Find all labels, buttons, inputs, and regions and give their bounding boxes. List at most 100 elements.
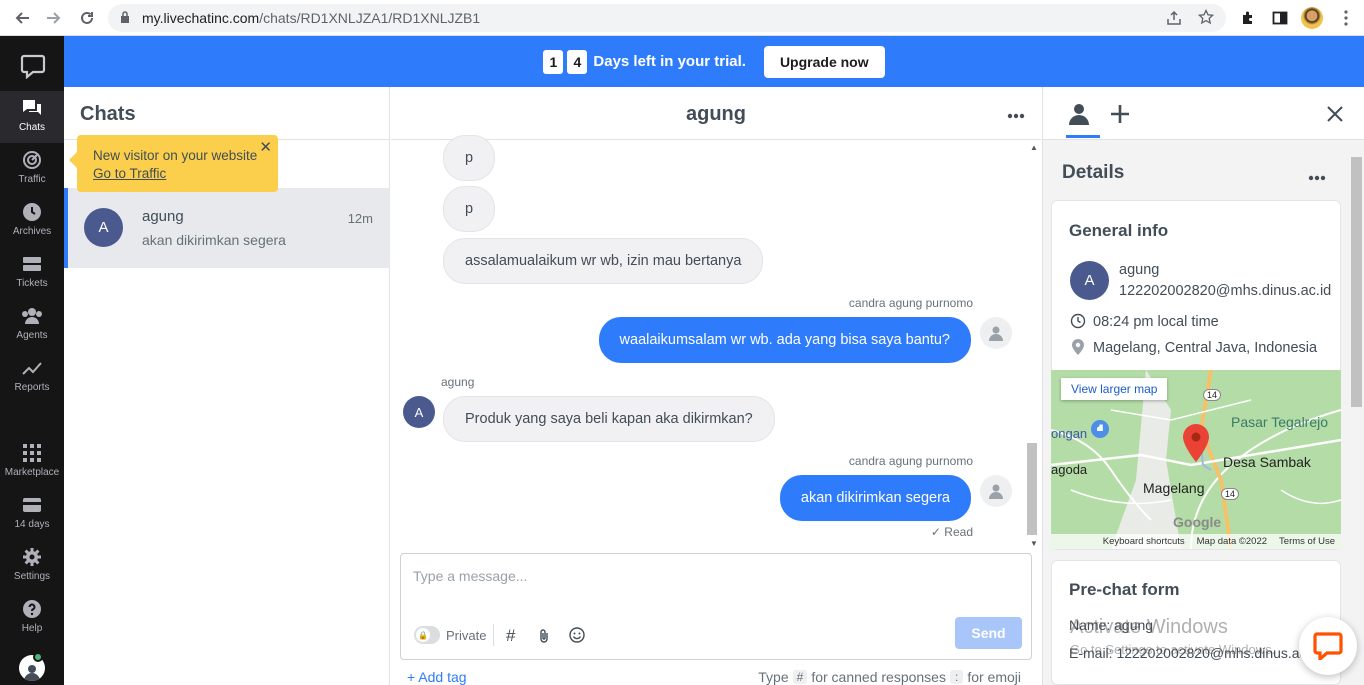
close-icon[interactable]: ✕ bbox=[259, 139, 272, 157]
upgrade-now-button[interactable]: Upgrade now bbox=[763, 45, 885, 78]
windows-watermark-sub: Go to Settings to activate Windows. bbox=[1070, 642, 1276, 657]
customer-details-tab-icon[interactable] bbox=[1068, 103, 1090, 128]
forward-icon[interactable] bbox=[43, 7, 65, 29]
send-button[interactable]: Send bbox=[955, 617, 1022, 649]
url-bar[interactable]: my.livechatinc.com/chats/RD1XNLJZA1/RD1X… bbox=[108, 4, 1226, 32]
share-icon[interactable] bbox=[1166, 10, 1182, 29]
scroll-down-icon[interactable]: ▼ bbox=[1030, 539, 1038, 548]
general-info-title: General info bbox=[1069, 221, 1169, 240]
nav-archives[interactable]: Archives bbox=[0, 195, 64, 247]
nav-label: Archives bbox=[12, 226, 52, 237]
nav-label: Tickets bbox=[16, 278, 48, 289]
nav-billing[interactable]: 14 days bbox=[0, 488, 64, 540]
avatar: A bbox=[403, 396, 435, 428]
nav-settings[interactable]: Settings bbox=[0, 540, 64, 592]
canned-responses-hash-icon[interactable]: # bbox=[506, 626, 515, 646]
local-time: 08:24 pm local time bbox=[1093, 314, 1219, 330]
nav-agents[interactable]: Agents bbox=[0, 299, 64, 351]
read-status: ✓ Read bbox=[930, 525, 973, 539]
private-toggle[interactable]: 🔒 bbox=[414, 626, 440, 644]
add-widget-icon[interactable] bbox=[1109, 103, 1131, 128]
hint-hash-key: # bbox=[792, 670, 808, 684]
view-larger-map-link[interactable]: View larger map bbox=[1061, 378, 1168, 400]
conversation-header: agung bbox=[391, 87, 1041, 140]
scrollbar[interactable]: ▲ ▼ bbox=[1027, 143, 1039, 549]
scroll-up-icon[interactable]: ▲ bbox=[1030, 143, 1038, 152]
trial-banner: 1 4 Days left in your trial. Upgrade now bbox=[64, 36, 1364, 87]
livechat-logo-icon[interactable] bbox=[20, 53, 46, 82]
map-label: Pasar Tegalrejo bbox=[1231, 414, 1329, 430]
chat-time: 12m bbox=[347, 211, 373, 226]
message-sender: candra agung purnomo bbox=[848, 296, 973, 310]
new-visitor-tooltip: New visitor on your website Go to Traffi… bbox=[69, 135, 278, 192]
keyboard-shortcuts-link[interactable]: Keyboard shortcuts bbox=[1103, 536, 1185, 547]
map-footer: Keyboard shortcuts Map data ©2022 Terms … bbox=[1051, 534, 1341, 549]
lock-icon: 🔒 bbox=[416, 628, 430, 642]
close-icon[interactable] bbox=[1327, 106, 1343, 125]
nav-chats[interactable]: Chats bbox=[0, 91, 64, 143]
nav-label: Agents bbox=[16, 330, 48, 341]
help-icon bbox=[21, 598, 43, 620]
message-bubble-visitor: assalamualaikum wr wb, izin mau bertanya bbox=[443, 238, 764, 284]
nav-help[interactable]: Help bbox=[0, 592, 64, 644]
reload-icon[interactable] bbox=[76, 7, 98, 29]
hint-type: Type bbox=[758, 669, 789, 685]
bookmark-star-icon[interactable] bbox=[1197, 8, 1215, 28]
location: Magelang, Central Java, Indonesia bbox=[1093, 340, 1318, 356]
details-more-icon[interactable] bbox=[1308, 168, 1326, 184]
go-to-traffic-link[interactable]: Go to Traffic bbox=[93, 166, 166, 181]
location-map[interactable]: View larger map Pasar Tegalrejo Desa Sam… bbox=[1051, 370, 1341, 549]
scrollbar-thumb[interactable] bbox=[1027, 443, 1037, 535]
add-tag-link[interactable]: + Add tag bbox=[407, 669, 467, 685]
browser-menu-icon[interactable] bbox=[1335, 7, 1357, 29]
chat-list-item[interactable]: A agung akan dikirimkan segera 12m bbox=[64, 188, 390, 268]
map-label: Magelang bbox=[1143, 480, 1205, 496]
conversation-title: agung bbox=[686, 103, 746, 125]
message-composer[interactable]: Type a message... 🔒 Private # Send bbox=[400, 553, 1032, 660]
map-label: ongan bbox=[1051, 426, 1088, 441]
trial-digit-2: 4 bbox=[567, 49, 588, 74]
chat-name: agung bbox=[142, 208, 184, 225]
message-bubble-agent: waalaikumsalam wr wb. ada yang bisa saya… bbox=[598, 317, 971, 363]
trial-text: Days left in your trial. bbox=[593, 53, 746, 70]
customer-email[interactable]: 122202002820@mhs.dinus.ac.id bbox=[1119, 283, 1331, 299]
left-navigation: Chats Traffic Archives Tickets Agents Re… bbox=[0, 36, 64, 685]
location-pin-icon bbox=[1072, 339, 1084, 358]
avatar: A bbox=[1070, 261, 1109, 300]
nav-reports[interactable]: Reports bbox=[0, 351, 64, 403]
online-status-dot bbox=[33, 652, 43, 662]
message-input[interactable]: Type a message... bbox=[413, 568, 527, 584]
map-marker-icon[interactable] bbox=[1183, 424, 1209, 465]
traffic-icon bbox=[21, 149, 43, 171]
nav-label: Help bbox=[21, 623, 43, 634]
browser-toolbar: my.livechatinc.com/chats/RD1XNLJZA1/RD1X… bbox=[0, 0, 1364, 36]
archives-icon bbox=[21, 201, 43, 223]
gear-icon bbox=[21, 546, 43, 568]
chats-icon bbox=[21, 97, 43, 119]
emoji-icon[interactable] bbox=[569, 627, 585, 646]
more-options-icon[interactable] bbox=[1007, 106, 1025, 122]
url-host: my.livechatinc.com bbox=[142, 10, 260, 26]
tooltip-text: New visitor on your website bbox=[93, 148, 258, 163]
terms-link[interactable]: Terms of Use bbox=[1279, 536, 1335, 547]
message-bubble-visitor: Produk yang saya beli kapan aka dikirmka… bbox=[443, 396, 775, 442]
details-scrollbar-thumb[interactable] bbox=[1351, 157, 1362, 407]
extensions-icon[interactable] bbox=[1237, 7, 1259, 29]
map-label: Desa Sambak bbox=[1223, 454, 1311, 470]
billing-icon bbox=[21, 494, 43, 516]
nav-tickets[interactable]: Tickets bbox=[0, 247, 64, 299]
message-sender: candra agung purnomo bbox=[848, 454, 973, 468]
profile-avatar[interactable] bbox=[1301, 7, 1323, 29]
nav-marketplace[interactable]: Marketplace bbox=[0, 436, 64, 488]
nav-label: Settings bbox=[13, 571, 51, 582]
agents-icon bbox=[21, 305, 43, 327]
livechat-widget-button[interactable] bbox=[1299, 617, 1357, 675]
hint-canned: for canned responses bbox=[811, 669, 946, 685]
sidepanel-icon[interactable] bbox=[1269, 7, 1291, 29]
attachment-icon[interactable] bbox=[538, 628, 550, 647]
nav-label: Chats bbox=[18, 122, 46, 133]
clock-icon bbox=[1070, 313, 1086, 332]
avatar: A bbox=[84, 208, 123, 247]
back-icon[interactable] bbox=[11, 7, 33, 29]
nav-traffic[interactable]: Traffic bbox=[0, 143, 64, 195]
